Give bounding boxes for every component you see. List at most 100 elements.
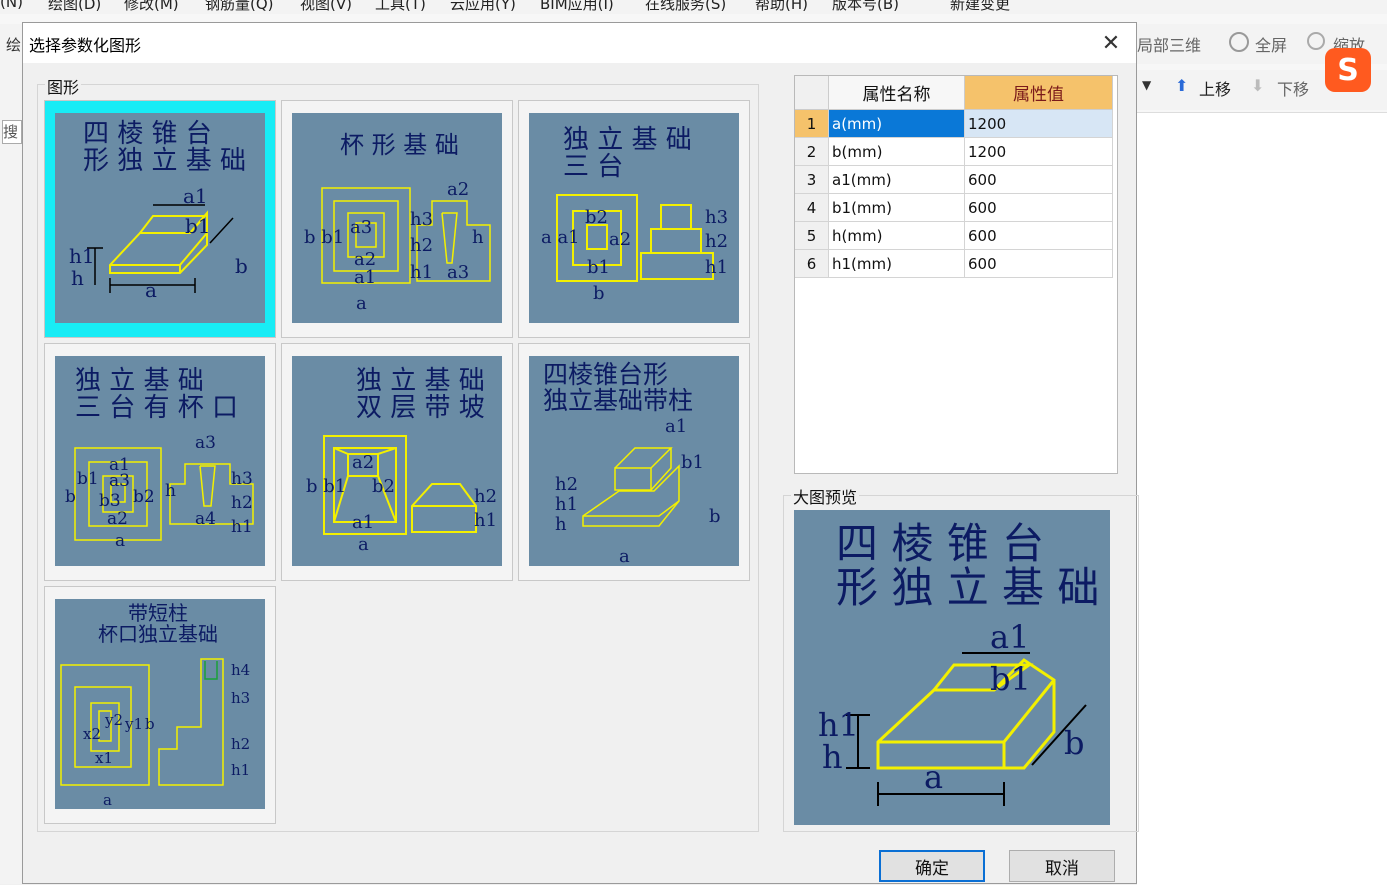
- move-up-button[interactable]: 上移: [1199, 76, 1231, 100]
- shape-title: 杯 形 基 础: [340, 131, 459, 159]
- ok-button[interactable]: 确定: [879, 850, 985, 882]
- property-name-cell[interactable]: h1(mm): [829, 250, 965, 278]
- menu-item[interactable]: 在线服务(S): [645, 0, 726, 14]
- table-row[interactable]: 3 a1(mm) 600: [795, 166, 1113, 194]
- column-header-value[interactable]: 属性值: [965, 76, 1113, 110]
- dim-label-a: a: [145, 278, 157, 302]
- property-name-cell[interactable]: b(mm): [829, 138, 965, 166]
- row-number: 1: [795, 110, 829, 138]
- property-value-cell[interactable]: 600: [965, 166, 1113, 194]
- dim-label-b: b b1: [306, 476, 346, 497]
- table-row[interactable]: 4 b1(mm) 600: [795, 194, 1113, 222]
- shape-cell-cup-foundation[interactable]: a b b1 a3 a2 a1 a2 h3 h2 h1 h a3 杯 形 基 础: [281, 100, 513, 338]
- menu-item[interactable]: BIM应用(I): [540, 0, 614, 14]
- close-button[interactable]: ✕: [1093, 27, 1129, 59]
- draw-label[interactable]: 绘: [6, 34, 21, 55]
- arrow-up-icon: ⬆: [1175, 76, 1189, 95]
- dialog-title: 选择参数化图形: [29, 36, 142, 55]
- menu-item[interactable]: 版本号(B): [832, 0, 899, 14]
- search-box[interactable]: 搜: [2, 120, 22, 144]
- preview-dim-a: a: [924, 758, 943, 796]
- menu-item[interactable]: 绘图(D): [48, 0, 101, 14]
- menu-bar: (N) 绘图(D) 修改(M) 钢筋量(Q) 视图(V) 工具(T) 云应用(Y…: [0, 0, 1387, 14]
- shape-thumbnail: a b b1 a2 b2 a1 h2 h1 独 立 基 础 双 层 带 坡: [292, 356, 502, 566]
- dim-label-h: h: [555, 514, 567, 535]
- dim-label-b: b: [235, 254, 248, 278]
- shape-title: 四棱锥台形 独立基础带柱: [543, 360, 694, 416]
- dim-label-x1: x1: [95, 749, 113, 767]
- dim-label-b: b b1: [304, 227, 344, 248]
- shape-cell-pyramid-with-column[interactable]: a b h2 h1 h a1 b1 四棱锥台形 独立基础带柱: [518, 343, 750, 581]
- property-name-cell[interactable]: a1(mm): [829, 166, 965, 194]
- shape-cell-three-step-foundation[interactable]: b a a1 b2 a2 b1 h3 h2 h1 独 立 基 础 三 台: [518, 100, 750, 338]
- menu-item[interactable]: 钢筋量(Q): [205, 0, 274, 14]
- dim-label-h4: h4: [231, 661, 250, 679]
- column-header-name[interactable]: 属性名称: [829, 76, 965, 110]
- dim-label-h1: h1: [705, 257, 728, 278]
- table-row[interactable]: 6 h1(mm) 600: [795, 250, 1113, 278]
- fullscreen-button[interactable]: 全屏: [1255, 32, 1287, 56]
- preview-dim-b1: b1: [990, 660, 1031, 698]
- dim-label-h1: h1: [231, 517, 253, 537]
- dim-label-b2: b2: [372, 476, 395, 497]
- shape-cell-three-step-cup-foundation[interactable]: a b b1 a1 a3 b3 b2 a2 a3 h h3 h2 h1 a4 独…: [44, 343, 276, 581]
- menu-item[interactable]: 帮助(H): [755, 0, 808, 14]
- shape-title: 独 立 基 础 三 台: [563, 125, 692, 183]
- dim-label-a: b: [593, 283, 605, 304]
- table-row[interactable]: 5 h(mm) 600: [795, 222, 1113, 250]
- dim-label-y1: y1: [124, 715, 143, 733]
- dim-label-a1: a1: [352, 512, 374, 533]
- dim-label-b: b: [65, 487, 76, 507]
- dim-label-h1: h1: [410, 262, 433, 283]
- property-value-cell[interactable]: 1200: [965, 110, 1113, 138]
- dim-label-b: b: [145, 715, 155, 733]
- dim-label-a3-right: a3: [447, 262, 469, 283]
- dim-label-h3: h3: [231, 689, 250, 707]
- menu-item[interactable]: 工具(T): [375, 0, 426, 14]
- preview-dim-a1: a1: [990, 618, 1029, 656]
- property-value-cell[interactable]: 600: [965, 194, 1113, 222]
- property-name-cell[interactable]: h(mm): [829, 222, 965, 250]
- table-corner-header: [795, 76, 829, 110]
- property-value-cell[interactable]: 1200: [965, 138, 1113, 166]
- shape-cell-two-layer-slope-foundation[interactable]: a b b1 a2 b2 a1 h2 h1 独 立 基 础 双 层 带 坡: [281, 343, 513, 581]
- dim-label-b3: b3: [99, 491, 121, 511]
- main-canvas-area: [1137, 112, 1387, 885]
- arrow-down-icon: ⬇: [1251, 76, 1265, 95]
- shape-thumbnail: a b h2 h1 h a1 b1 四棱锥台形 独立基础带柱: [529, 356, 739, 566]
- menu-item[interactable]: 视图(V): [300, 0, 352, 14]
- shape-cell-pyramid-foundation[interactable]: a b h1 h a1 b1 四 棱 锥 台 形 独 立 基 础: [44, 100, 276, 338]
- row-number: 3: [795, 166, 829, 194]
- dim-label-b: b: [709, 506, 721, 527]
- table-row[interactable]: 1 a(mm) 1200: [795, 110, 1113, 138]
- row-number: 6: [795, 250, 829, 278]
- dropdown-arrow-icon[interactable]: ▼: [1142, 78, 1151, 92]
- move-down-button[interactable]: 下移: [1277, 76, 1309, 100]
- dim-label-a2-right: a2: [447, 179, 469, 200]
- dim-label-b1: b1: [681, 452, 704, 473]
- table-row[interactable]: 2 b(mm) 1200: [795, 138, 1113, 166]
- shape-title: 独 立 基 础 双 层 带 坡: [356, 366, 485, 424]
- property-value-cell[interactable]: 600: [965, 250, 1113, 278]
- local-3d-button[interactable]: 局部三维: [1137, 32, 1201, 56]
- menu-item[interactable]: 修改(M): [124, 0, 179, 14]
- menu-item[interactable]: 新建变更: [950, 0, 1010, 14]
- cancel-button[interactable]: 取消: [1009, 850, 1115, 882]
- sogou-ime-icon[interactable]: S: [1325, 48, 1371, 92]
- dim-label-h3: h3: [231, 469, 253, 489]
- property-name-cell[interactable]: a(mm): [829, 110, 965, 138]
- close-icon: ✕: [1101, 30, 1121, 56]
- row-number: 2: [795, 138, 829, 166]
- menu-item[interactable]: (N): [0, 0, 23, 11]
- dim-label-a1: a1: [183, 184, 208, 208]
- property-name-cell[interactable]: b1(mm): [829, 194, 965, 222]
- dim-label-h1: h1: [69, 244, 95, 268]
- dim-label-a2: a2: [609, 229, 631, 250]
- property-value-cell[interactable]: 600: [965, 222, 1113, 250]
- dim-label-h: h: [472, 227, 484, 248]
- fullscreen-icon: [1229, 32, 1249, 52]
- menu-item[interactable]: 云应用(Y): [450, 0, 516, 14]
- shape-cell-short-column-cup-foundation[interactable]: a b y1 y2 x2 x1 h4 h3 h2 h1 带短柱 杯口独立基础: [44, 586, 276, 824]
- shape-thumbnail: a b h1 h a1 b1 四 棱 锥 台 形 独 立 基 础: [55, 113, 265, 323]
- left-toolbar-strip: 绘 搜: [0, 24, 22, 884]
